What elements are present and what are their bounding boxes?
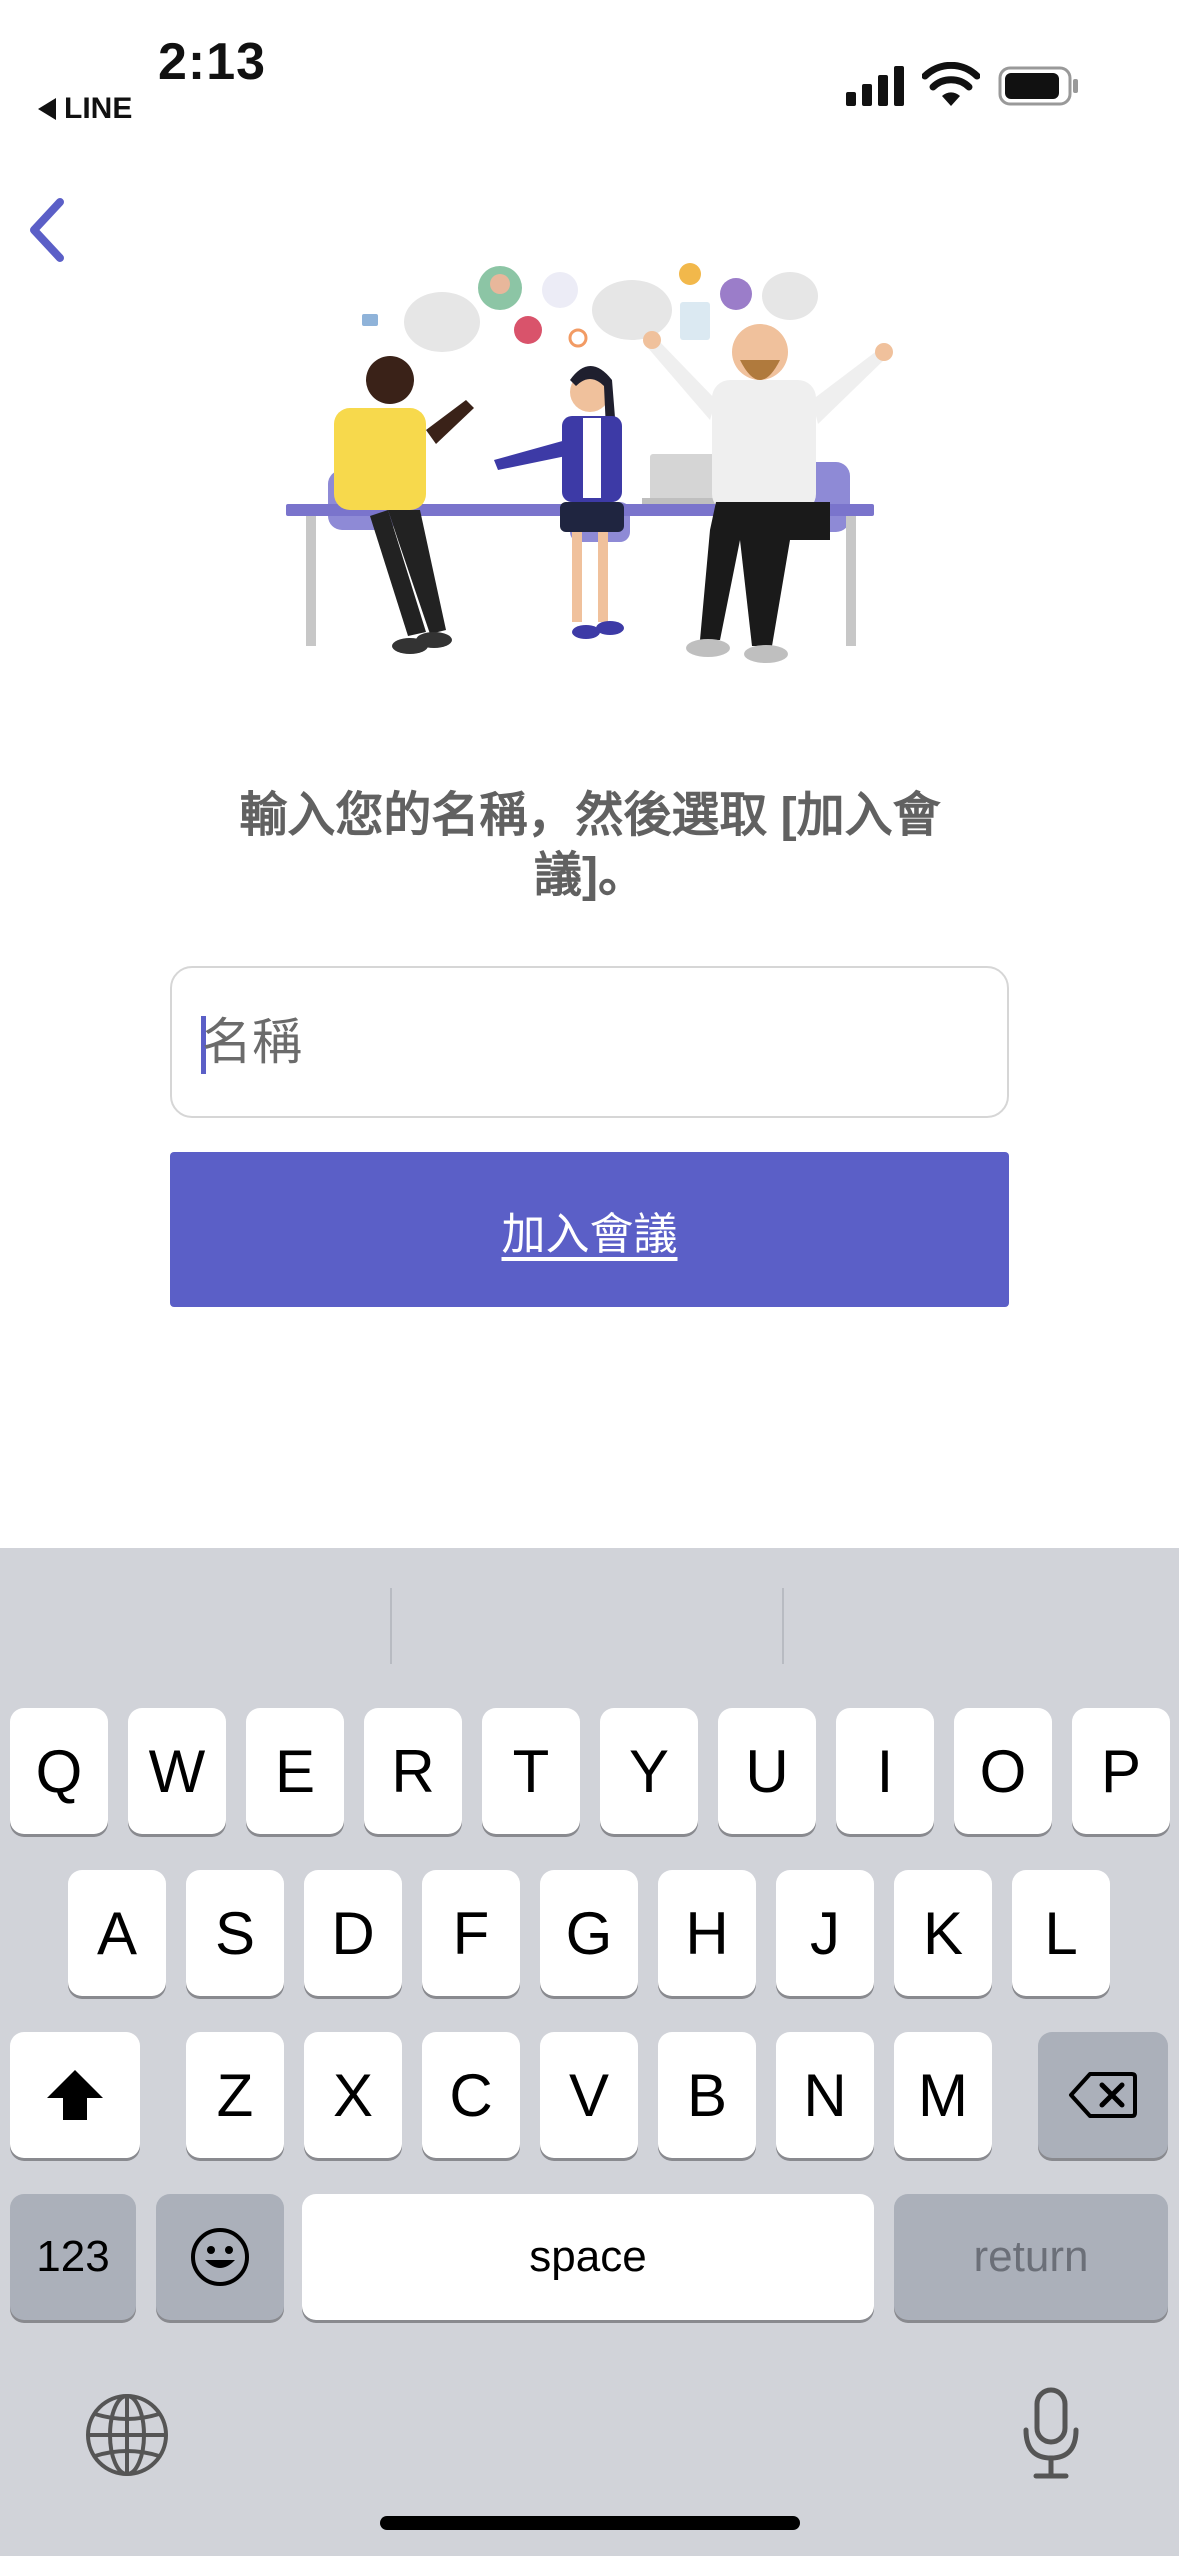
- delete-key[interactable]: [1038, 2032, 1168, 2158]
- status-bar: 2:13 LINE: [0, 0, 1179, 150]
- key-g[interactable]: G: [540, 1870, 638, 1996]
- key-m[interactable]: M: [894, 2032, 992, 2158]
- key-n[interactable]: N: [776, 2032, 874, 2158]
- back-triangle-icon: [38, 98, 56, 120]
- emoji-icon: [191, 2228, 249, 2286]
- key-f[interactable]: F: [422, 1870, 520, 1996]
- battery-icon: [998, 66, 1078, 106]
- key-r[interactable]: R: [364, 1708, 462, 1834]
- key-z[interactable]: Z: [186, 2032, 284, 2158]
- key-d[interactable]: D: [304, 1870, 402, 1996]
- back-to-app-link[interactable]: LINE: [38, 92, 132, 126]
- key-s[interactable]: S: [186, 1870, 284, 1996]
- key-w[interactable]: W: [128, 1708, 226, 1834]
- status-time: 2:13: [158, 33, 267, 91]
- key-i[interactable]: I: [836, 1708, 934, 1834]
- cellular-signal-icon: [846, 66, 904, 106]
- key-j[interactable]: J: [776, 1870, 874, 1996]
- join-instructions: 輸入您的名稱，然後選取 [加入會議]。: [239, 789, 941, 902]
- key-k[interactable]: K: [894, 1870, 992, 1996]
- meeting-illustration: [286, 263, 893, 663]
- globe-icon[interactable]: [84, 2392, 170, 2478]
- wifi-icon: [922, 62, 980, 106]
- emoji-key[interactable]: [156, 2194, 284, 2320]
- backspace-icon: [1069, 2072, 1137, 2118]
- name-input[interactable]: [202, 968, 972, 1116]
- space-key[interactable]: space: [302, 2194, 874, 2320]
- back-chevron-icon[interactable]: [20, 190, 80, 270]
- shift-arrow-icon: [47, 2070, 103, 2120]
- return-key[interactable]: return: [894, 2194, 1168, 2320]
- key-p[interactable]: P: [1072, 1708, 1170, 1834]
- key-c[interactable]: C: [422, 2032, 520, 2158]
- key-b[interactable]: B: [658, 2032, 756, 2158]
- join-meeting-button[interactable]: 加入會議: [170, 1152, 1009, 1307]
- key-v[interactable]: V: [540, 2032, 638, 2158]
- back-app-label: LINE: [64, 92, 133, 125]
- suggestion-divider: [782, 1588, 784, 1664]
- key-l[interactable]: L: [1012, 1870, 1110, 1996]
- key-y[interactable]: Y: [600, 1708, 698, 1834]
- key-h[interactable]: H: [658, 1870, 756, 1996]
- home-indicator: [380, 2516, 800, 2530]
- key-o[interactable]: O: [954, 1708, 1052, 1834]
- key-a[interactable]: A: [68, 1870, 166, 1996]
- numbers-key[interactable]: 123: [10, 2194, 136, 2320]
- name-field[interactable]: [170, 966, 1009, 1118]
- key-t[interactable]: T: [482, 1708, 580, 1834]
- key-q[interactable]: Q: [10, 1708, 108, 1834]
- join-meeting-button-label: 加入會議: [501, 1208, 678, 1260]
- key-x[interactable]: X: [304, 2032, 402, 2158]
- suggestion-divider: [390, 1588, 392, 1664]
- keyboard: Q W E R T Y U I O P A S D F G H J K L Z …: [0, 1548, 1179, 2556]
- shift-key[interactable]: [10, 2032, 140, 2158]
- key-e[interactable]: E: [246, 1708, 344, 1834]
- microphone-icon[interactable]: [1018, 2386, 1084, 2482]
- key-u[interactable]: U: [718, 1708, 816, 1834]
